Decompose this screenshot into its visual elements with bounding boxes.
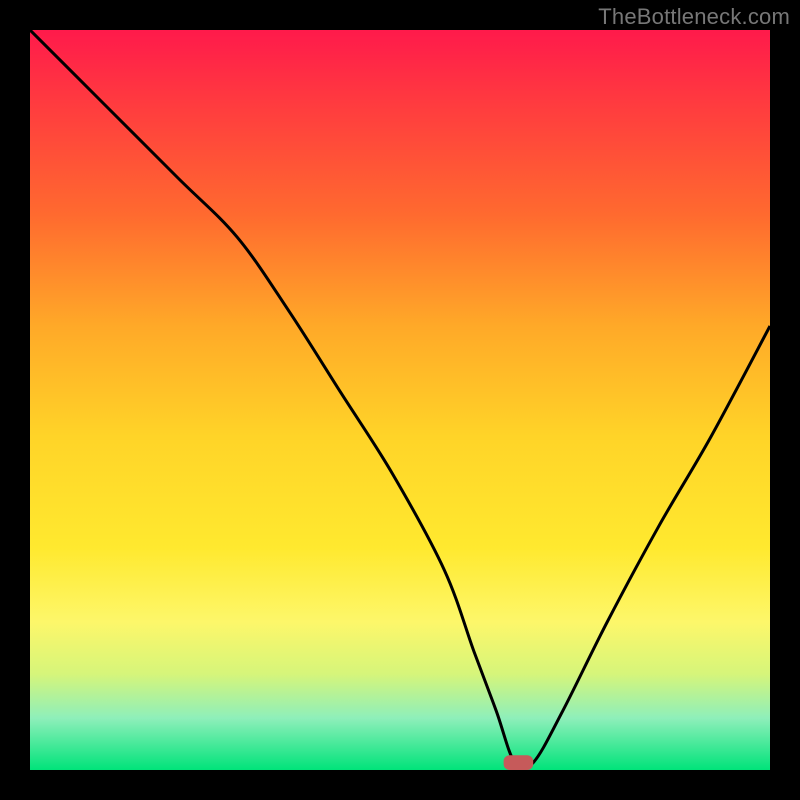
curve-path (30, 30, 770, 769)
chart-curve (30, 30, 770, 769)
chart-frame: TheBottleneck.com (0, 0, 800, 800)
chart-marker (504, 755, 534, 770)
watermark-text: TheBottleneck.com (598, 4, 790, 30)
chart-svg (30, 30, 770, 770)
